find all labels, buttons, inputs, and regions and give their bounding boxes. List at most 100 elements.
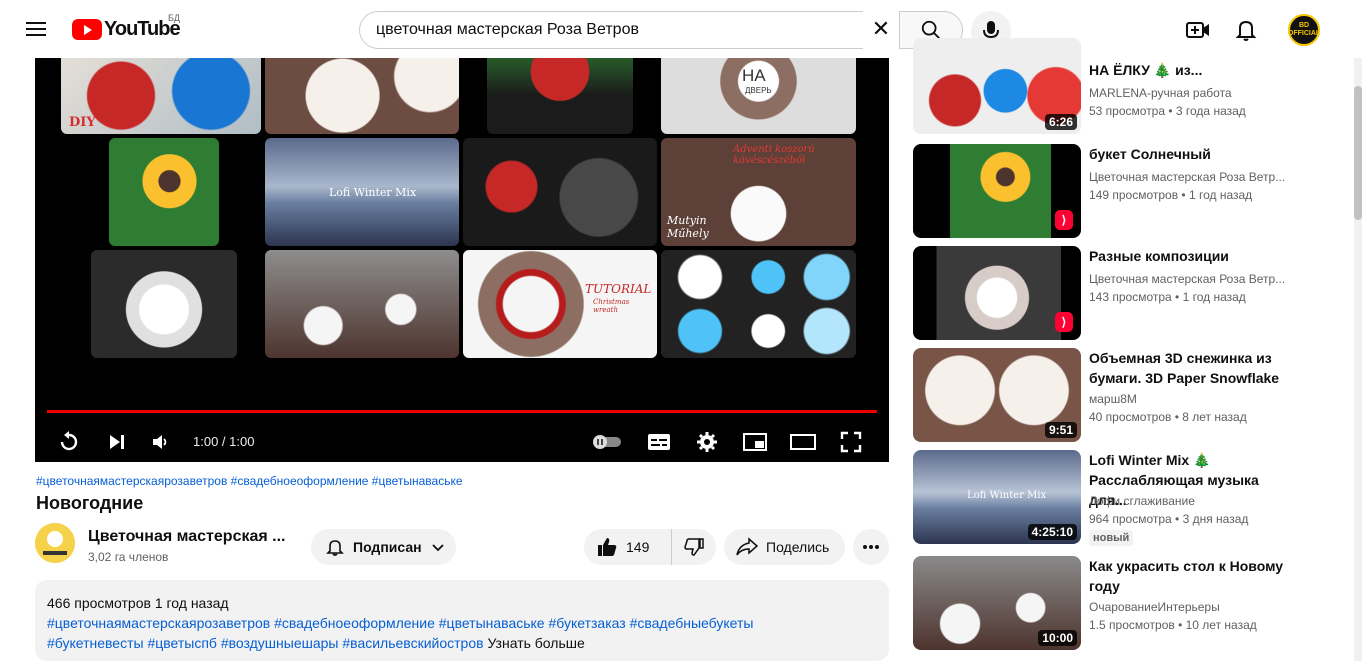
more-horizontal-icon [863, 545, 879, 549]
bell-icon [326, 540, 344, 556]
description-box[interactable]: 466 просмотров 1 год назад #цветочнаямас… [35, 580, 889, 661]
video-title: Новогодние [36, 493, 144, 513]
theater-mode-icon[interactable] [787, 426, 819, 458]
tile-label-mutyi: Mutyin Műhely [667, 214, 709, 240]
dislike-button[interactable] [672, 529, 716, 565]
video-thumbnail[interactable]: ⟩ [913, 144, 1081, 238]
share-label: Поделись [766, 539, 830, 555]
recommendation-meta: 1.5 просмотров • 10 лет назад [1089, 618, 1257, 632]
recommendation-title[interactable]: Как украсить стол к Новому году [1089, 556, 1299, 596]
video-hashtags[interactable]: #цветочнаямастерскаярозаветров #свадебно… [36, 474, 463, 488]
tile-label-lofi: Lofi Winter Mix [329, 186, 417, 199]
new-badge: новый [1089, 530, 1134, 546]
shorts-icon: ⟩ [1055, 210, 1073, 230]
autoplay-toggle[interactable] [591, 426, 623, 458]
volume-icon[interactable] [145, 426, 177, 458]
recommendation-item[interactable]: 9:51 Объемная 3D снежинка из бумаги. 3D … [913, 348, 1333, 444]
video-player[interactable]: DIY НА ДВЕРЬ Lofi Winter Mix Adventi kos… [35, 58, 889, 462]
recommendation-meta: 149 просмотров • 1 год назад [1089, 188, 1253, 202]
recommendation-channel[interactable]: Цветочная мастерская Роза Ветр... [1089, 272, 1285, 286]
replay-icon[interactable] [53, 426, 85, 458]
recommendation-title[interactable]: НА ЁЛКУ 🎄 из... [1089, 60, 1299, 80]
recommendation-title[interactable]: букет Солнечный [1089, 144, 1299, 164]
recommendation-item[interactable]: ⟩ букет Солнечный Цветочная мастерская Р… [913, 144, 1333, 240]
recommendation-channel[interactable]: Цветочная мастерская Роза Ветр... [1089, 170, 1285, 184]
search-input[interactable] [376, 21, 856, 39]
share-icon [736, 537, 758, 556]
end-screen-tile-snowflakes[interactable] [661, 250, 856, 358]
recommendation-item[interactable]: ⟩ Разные композиции Цветочная мастерская… [913, 246, 1333, 342]
end-screen-tile-table-setting[interactable] [265, 250, 459, 358]
youtube-play-icon [72, 19, 102, 40]
shorts-icon: ⟩ [1055, 312, 1073, 332]
recommendation-meta: 53 просмотра • 3 года назад [1089, 104, 1246, 118]
video-duration: 4:25:10 [1027, 524, 1077, 540]
description-hashtags-2[interactable]: #букетневесты #цветыспб #воздушныешары #… [47, 635, 484, 651]
end-screen-tile-paper-flowers[interactable] [265, 58, 459, 134]
tile-label-diy: DIY [69, 115, 96, 130]
video-duration: 10:00 [1038, 630, 1077, 646]
settings-gear-icon[interactable] [691, 426, 723, 458]
recommendation-title[interactable]: Разные композиции [1089, 246, 1299, 266]
recommendation-title[interactable]: Объемная 3D снежинка из бумаги. 3D Paper… [1089, 348, 1299, 388]
recommendation-channel[interactable]: ОчарованиеИнтерьеры [1089, 600, 1220, 614]
miniplayer-icon[interactable] [739, 426, 771, 458]
share-button[interactable]: Поделись [724, 529, 845, 565]
end-screen-tile-sunflower[interactable] [109, 138, 219, 246]
recommendation-item[interactable]: Lofi Winter Mix 4:25:10 Lofi Winter Mix … [913, 450, 1333, 546]
channel-subscribers: 3,02 га членов [88, 550, 169, 564]
progress-bar[interactable] [47, 410, 877, 413]
end-screen-tile-advent[interactable]: Adventi koszorú kávéscészéből Mutyin Műh… [661, 138, 856, 246]
chevron-down-icon [431, 544, 444, 552]
description-stats: 466 просмотров 1 год назад [47, 595, 229, 611]
tile-label-na: НА [742, 66, 766, 85]
video-duration: 6:26 [1044, 114, 1077, 130]
recommendation-meta: 40 просмотров • 8 лет назад [1089, 410, 1247, 424]
clear-search-icon[interactable]: ✕ [863, 11, 899, 47]
end-screen-tile-door-wreath[interactable]: НА ДВЕРЬ [661, 58, 856, 134]
channel-name[interactable]: Цветочная мастерская ... [88, 528, 285, 546]
subscribe-label: Подписан [353, 539, 422, 555]
more-actions-button[interactable] [853, 529, 889, 565]
end-screen-tile-gift-bag[interactable] [91, 250, 237, 358]
time-display: 1:00 / 1:00 [193, 434, 255, 449]
recommendation-channel[interactable]: марш8М [1089, 392, 1137, 406]
channel-avatar[interactable] [35, 523, 75, 563]
scrollbar-thumb[interactable] [1354, 86, 1362, 220]
description-hashtags-1[interactable]: #цветочнаямастерскаярозаветров #свадебно… [47, 613, 877, 633]
subtitles-icon[interactable] [643, 426, 675, 458]
player-controls: 1:00 / 1:00 [35, 422, 889, 462]
thumbs-up-icon [598, 538, 617, 556]
country-code: БД [168, 13, 181, 23]
recommendation-item[interactable]: 6:26 НА ЁЛКУ 🎄 из... MARLENA-ручная рабо… [913, 38, 1333, 134]
recommendation-channel[interactable]: MARLENA-ручная работа [1089, 86, 1232, 100]
video-thumbnail[interactable]: ⟩ [913, 246, 1081, 340]
description-line-3: #букетневесты #цветыспб #воздушныешары #… [47, 633, 877, 653]
menu-icon[interactable] [24, 18, 48, 42]
next-video-icon[interactable] [101, 426, 133, 458]
like-button[interactable]: 149 [584, 529, 672, 565]
scrollbar[interactable] [1354, 58, 1362, 661]
video-thumbnail[interactable]: 6:26 [913, 38, 1081, 134]
end-screen-tile-ornaments[interactable]: DIY [61, 58, 261, 134]
video-thumbnail[interactable]: Lofi Winter Mix 4:25:10 [913, 450, 1081, 544]
end-screen-tile-tutorial-wreath[interactable]: TUTORIAL Christmas wreath [463, 250, 657, 358]
subscribe-button[interactable]: Подписан [311, 529, 456, 565]
end-screen-tile-snowglobe[interactable] [463, 138, 657, 246]
recommendation-channel[interactable]: Лофи сглаживание [1089, 494, 1195, 508]
tile-label-na-sub: ДВЕРЬ [745, 86, 772, 95]
search-bar: ✕ [359, 11, 963, 49]
like-dislike-group: 149 [584, 529, 716, 565]
show-more-link[interactable]: Узнать больше [487, 635, 584, 651]
video-thumbnail[interactable]: 10:00 [913, 556, 1081, 650]
thumbnail-lofi-label: Lofi Winter Mix [967, 490, 1047, 501]
thumbs-down-icon [684, 538, 704, 556]
youtube-logo[interactable]: YouTube БД [72, 13, 181, 41]
fullscreen-icon[interactable] [835, 426, 867, 458]
tile-label-tutorial: TUTORIAL [585, 282, 652, 296]
end-screen-tile-roses[interactable] [487, 58, 633, 134]
recommendation-item[interactable]: 10:00 Как украсить стол к Новому году Оч… [913, 556, 1333, 652]
end-screen-tile-lofi-winter[interactable]: Lofi Winter Mix [265, 138, 459, 246]
video-thumbnail[interactable]: 9:51 [913, 348, 1081, 442]
search-box[interactable] [359, 11, 863, 49]
